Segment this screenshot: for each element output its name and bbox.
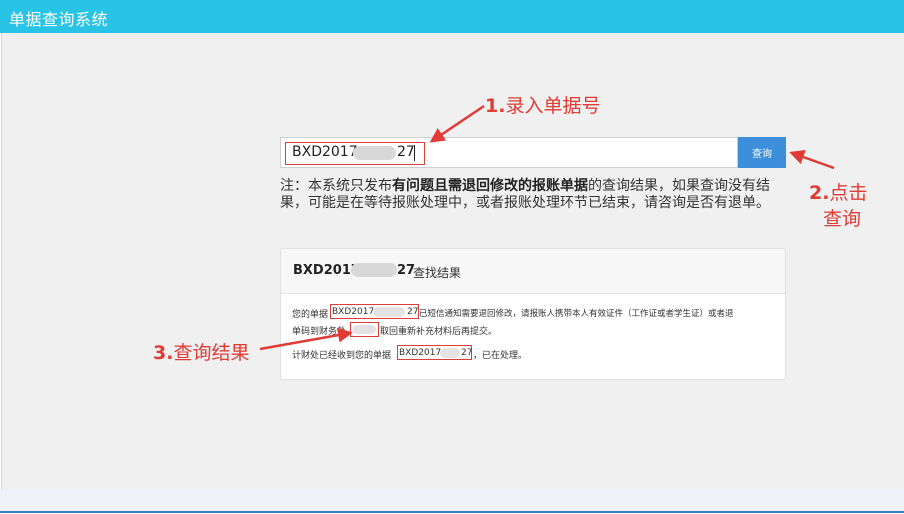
footer-strip — [0, 489, 904, 513]
result-panel: BXD2017 27 查找结果 您的单据 BXD2017 27 已短信通知需要退… — [280, 248, 786, 380]
result-code-prefix: BXD2017 — [293, 263, 360, 278]
annotation-step2-text-a: 点击 — [829, 182, 868, 204]
notice-prefix: 注：本系统只发布 — [280, 178, 392, 194]
annotation-step3-text: 查询结果 — [173, 342, 250, 364]
result-line3-b: ，已在处理。 — [473, 351, 528, 361]
text-caret — [414, 145, 415, 161]
annotation-step3-num: 3. — [153, 342, 174, 364]
annotation-step2-line2: 查询 — [823, 208, 862, 230]
result-panel-header: BXD2017 27 查找结果 — [281, 249, 785, 294]
annotation-step2: 2.点击 — [809, 178, 867, 205]
app-header: 单据查询系统 — [0, 0, 904, 33]
redacted-digits — [373, 307, 405, 317]
annotation-step1-text: 录入单据号 — [505, 95, 601, 117]
result-line2-a: 单码到财务处 — [292, 327, 347, 337]
annotation-step1: 1.录入单据号 — [485, 91, 600, 118]
result-line1-a: 您的单据 — [292, 310, 329, 320]
search-code-prefix: BXD2017 — [292, 144, 358, 160]
redacted-text — [353, 325, 376, 334]
search-code-suffix: 27 — [397, 144, 415, 160]
result-line3-code-suffix: 27 — [461, 348, 473, 358]
app-title: 单据查询系统 — [9, 10, 109, 29]
redacted-digits — [351, 263, 397, 277]
result-line1-code-prefix: BXD2017 — [332, 307, 375, 317]
notice-bold: 有问题且需退回修改的报账单据 — [392, 178, 588, 194]
result-line3-code-prefix: BXD2017 — [399, 348, 442, 358]
annotation-step1-num: 1. — [485, 95, 506, 117]
result-line1-code-suffix: 27 — [407, 307, 419, 317]
annotation-step2-num: 2. — [809, 182, 830, 204]
notice-text: 注：本系统只发布有问题且需退回修改的报账单据的查询结果，如果查询没有结果，可能是… — [280, 178, 790, 212]
result-line3-a: 计财处已经收到您的单据 — [292, 351, 392, 361]
redacted-digits — [353, 146, 396, 160]
result-line1-b: 已短信通知需要退回修改，请报账人携带本人有效证件（工作证或者学生证）或者退 — [419, 309, 734, 319]
search-button[interactable]: 查询 — [738, 137, 786, 168]
annotation-step3: 3.查询结果 — [153, 338, 249, 365]
result-title-suffix: 查找结果 — [413, 266, 462, 280]
redacted-digits — [440, 348, 460, 358]
result-line2-b: 取回重新补充材料后再提交。 — [380, 327, 498, 337]
